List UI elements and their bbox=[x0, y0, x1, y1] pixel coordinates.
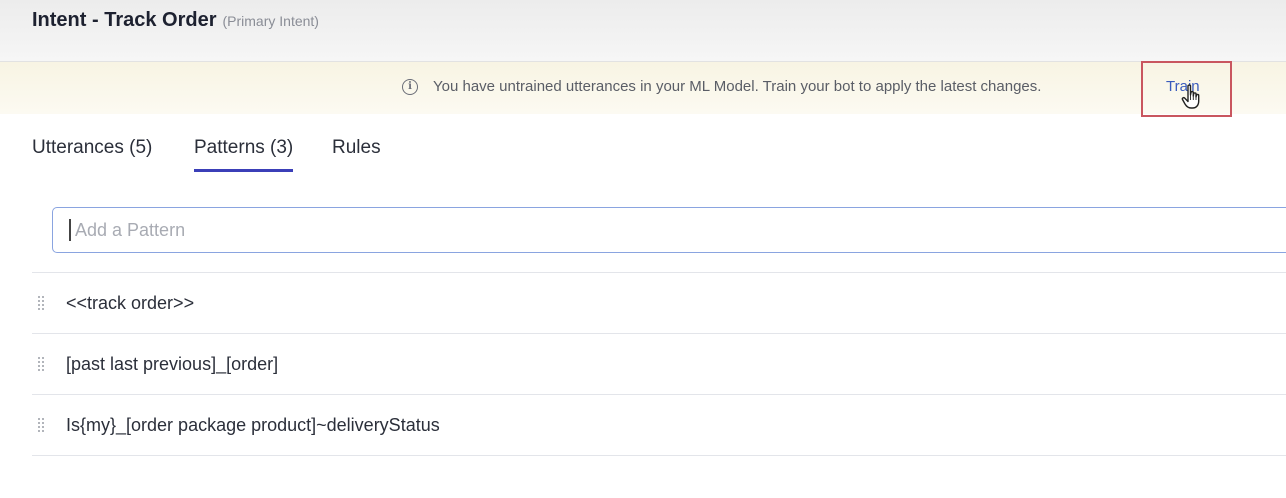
pattern-row[interactable]: Is{my}_[order package product]~deliveryS… bbox=[32, 395, 1286, 456]
text-caret bbox=[69, 219, 71, 241]
drag-handle-icon[interactable] bbox=[38, 357, 46, 371]
tab-rules[interactable]: Rules bbox=[332, 137, 381, 169]
pattern-text: Is{my}_[order package product]~deliveryS… bbox=[66, 415, 440, 435]
pattern-text: [past last previous]_[order] bbox=[66, 354, 279, 374]
pattern-row[interactable]: [past last previous]_[order] bbox=[32, 334, 1286, 395]
untrained-warning-banner: i You have untrained utterances in your … bbox=[0, 62, 1286, 114]
intent-title: Intent - Track Order bbox=[32, 9, 217, 31]
pattern-list: <<track order>> [past last previous]_[or… bbox=[32, 272, 1286, 456]
banner-message: You have untrained utterances in your ML… bbox=[433, 78, 1042, 95]
tab-utterances[interactable]: Utterances (5) bbox=[32, 137, 152, 169]
drag-handle-icon[interactable] bbox=[38, 296, 46, 310]
intent-subtitle: (Primary Intent) bbox=[222, 13, 319, 29]
add-pattern-input[interactable] bbox=[53, 208, 1286, 252]
hand-cursor-icon bbox=[1181, 84, 1200, 109]
drag-handle-icon[interactable] bbox=[38, 418, 46, 432]
pattern-row[interactable]: <<track order>> bbox=[32, 273, 1286, 334]
page-header: Intent - Track Order (Primary Intent) bbox=[0, 0, 1286, 62]
pattern-text: <<track order>> bbox=[66, 293, 195, 313]
intent-page: Intent - Track Order (Primary Intent) i Y… bbox=[0, 0, 1286, 498]
add-pattern-field bbox=[52, 207, 1286, 253]
tab-patterns[interactable]: Patterns (3) bbox=[194, 137, 294, 172]
info-icon: i bbox=[402, 79, 418, 95]
page-title: Intent - Track Order (Primary Intent) bbox=[32, 9, 319, 32]
